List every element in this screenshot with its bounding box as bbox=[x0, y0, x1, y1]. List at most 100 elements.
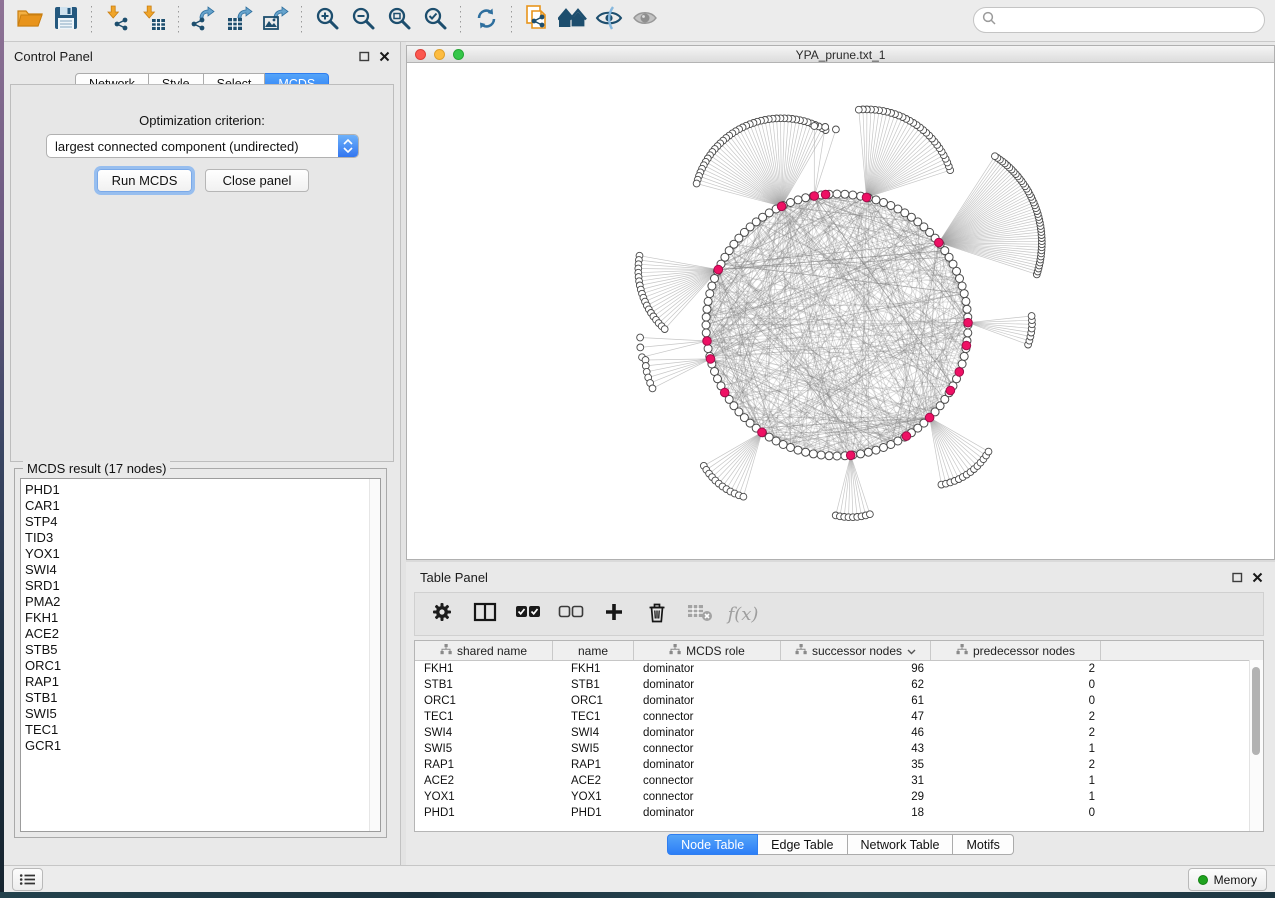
table-cell[interactable]: 35 bbox=[781, 759, 931, 771]
open-file-button[interactable] bbox=[12, 4, 48, 38]
table-cell[interactable]: 2 bbox=[931, 759, 1101, 771]
new-network-from-selection-button[interactable] bbox=[519, 4, 555, 38]
table-cell[interactable]: RAP1 bbox=[553, 759, 634, 771]
table-cell[interactable]: 2 bbox=[931, 727, 1101, 739]
table-cell[interactable]: dominator bbox=[634, 727, 781, 739]
table-cell[interactable]: 2 bbox=[931, 663, 1101, 675]
table-row[interactable]: YOX1YOX1connector291 bbox=[415, 789, 1263, 805]
table-cell[interactable]: dominator bbox=[634, 807, 781, 819]
table-row[interactable]: ORC1ORC1dominator610 bbox=[415, 693, 1263, 709]
close-panel-button[interactable]: Close panel bbox=[205, 169, 309, 192]
mcds-result-node[interactable]: STP4 bbox=[21, 514, 380, 530]
network-canvas[interactable] bbox=[407, 63, 1274, 559]
column-header-MCDS-role[interactable]: MCDS role bbox=[634, 641, 781, 660]
table-cell[interactable]: 46 bbox=[781, 727, 931, 739]
table-cell[interactable]: 96 bbox=[781, 663, 931, 675]
tab-edge-table[interactable]: Edge Table bbox=[758, 834, 847, 855]
table-cell[interactable]: connector bbox=[634, 743, 781, 755]
table-row[interactable]: SWI5SWI5connector431 bbox=[415, 741, 1263, 757]
close-panel-icon[interactable] bbox=[379, 49, 390, 67]
column-header-name[interactable]: name bbox=[553, 641, 634, 660]
tab-network-table[interactable]: Network Table bbox=[848, 834, 954, 855]
float-table-panel-icon[interactable] bbox=[1232, 570, 1243, 588]
table-cell[interactable]: YOX1 bbox=[553, 791, 634, 803]
table-cell[interactable]: TEC1 bbox=[553, 711, 634, 723]
table-scrollbar-thumb[interactable] bbox=[1252, 667, 1260, 755]
table-cell[interactable]: dominator bbox=[634, 695, 781, 707]
mcds-result-node[interactable]: SRD1 bbox=[21, 578, 380, 594]
table-cell[interactable]: PHD1 bbox=[553, 807, 634, 819]
table-cell[interactable]: TEC1 bbox=[415, 711, 553, 723]
zoom-fit-button[interactable] bbox=[381, 4, 417, 38]
mcds-result-node[interactable]: STB5 bbox=[21, 642, 380, 658]
table-cell[interactable]: 1 bbox=[931, 775, 1101, 787]
close-table-panel-icon[interactable] bbox=[1252, 570, 1263, 588]
first-neighbors-button[interactable] bbox=[555, 4, 591, 38]
table-cell[interactable]: ORC1 bbox=[415, 695, 553, 707]
node-table[interactable]: shared namename MCDS role successor node… bbox=[414, 640, 1264, 832]
table-cell[interactable]: FKH1 bbox=[415, 663, 553, 675]
result-list-scrollbar[interactable] bbox=[369, 479, 380, 831]
table-cell[interactable]: ORC1 bbox=[553, 695, 634, 707]
float-panel-icon[interactable] bbox=[359, 49, 370, 67]
table-cell[interactable]: 0 bbox=[931, 679, 1101, 691]
mcds-result-node[interactable]: ACE2 bbox=[21, 626, 380, 642]
table-scrollbar[interactable] bbox=[1249, 660, 1263, 831]
mcds-result-list[interactable]: PHD1CAR1STP4TID3YOX1SWI4SRD1PMA2FKH1ACE2… bbox=[20, 478, 381, 832]
table-cell[interactable]: 0 bbox=[931, 695, 1101, 707]
table-cell[interactable]: 2 bbox=[931, 711, 1101, 723]
mcds-result-node[interactable]: FKH1 bbox=[21, 610, 380, 626]
table-row[interactable]: TEC1TEC1connector472 bbox=[415, 709, 1263, 725]
mcds-result-node[interactable]: ORC1 bbox=[21, 658, 380, 674]
mcds-result-node[interactable]: CAR1 bbox=[21, 498, 380, 514]
memory-button[interactable]: Memory bbox=[1188, 868, 1267, 891]
tab-node-table[interactable]: Node Table bbox=[667, 834, 758, 855]
table-cell[interactable]: STB1 bbox=[415, 679, 553, 691]
criterion-dropdown[interactable]: largest connected component (undirected) bbox=[46, 134, 359, 158]
mcds-result-node[interactable]: PHD1 bbox=[21, 479, 380, 498]
table-cell[interactable]: 0 bbox=[931, 807, 1101, 819]
export-table-button[interactable] bbox=[222, 4, 258, 38]
table-cell[interactable]: connector bbox=[634, 791, 781, 803]
column-header-successor-nodes[interactable]: successor nodes bbox=[781, 641, 931, 660]
table-row[interactable]: STB1STB1dominator620 bbox=[415, 677, 1263, 693]
zoom-selected-button[interactable] bbox=[417, 4, 453, 38]
mcds-result-node[interactable]: YOX1 bbox=[21, 546, 380, 562]
table-cell[interactable]: FKH1 bbox=[553, 663, 634, 675]
mcds-result-node[interactable]: STB1 bbox=[21, 690, 380, 706]
table-settings-button[interactable] bbox=[429, 601, 455, 627]
table-cell[interactable]: 61 bbox=[781, 695, 931, 707]
table-cell[interactable]: 47 bbox=[781, 711, 931, 723]
table-cell[interactable]: 43 bbox=[781, 743, 931, 755]
table-cell[interactable]: SWI5 bbox=[553, 743, 634, 755]
export-network-button[interactable] bbox=[186, 4, 222, 38]
table-cell[interactable]: connector bbox=[634, 711, 781, 723]
table-cell[interactable]: 31 bbox=[781, 775, 931, 787]
table-cell[interactable]: dominator bbox=[634, 759, 781, 771]
table-cell[interactable]: SWI5 bbox=[415, 743, 553, 755]
table-cell[interactable]: ACE2 bbox=[553, 775, 634, 787]
column-header-shared-name[interactable]: shared name bbox=[415, 641, 553, 660]
export-image-button[interactable] bbox=[258, 4, 294, 38]
deselect-all-rows-button[interactable] bbox=[558, 601, 584, 627]
mcds-result-node[interactable]: PMA2 bbox=[21, 594, 380, 610]
mcds-result-node[interactable]: TEC1 bbox=[21, 722, 380, 738]
import-table-button[interactable] bbox=[135, 4, 171, 38]
table-cell[interactable]: SWI4 bbox=[553, 727, 634, 739]
refresh-button[interactable] bbox=[468, 4, 504, 38]
table-cell[interactable]: dominator bbox=[634, 679, 781, 691]
zoom-out-button[interactable] bbox=[345, 4, 381, 38]
import-network-button[interactable] bbox=[99, 4, 135, 38]
add-column-button[interactable] bbox=[601, 601, 627, 627]
mcds-result-node[interactable]: TID3 bbox=[21, 530, 380, 546]
tab-motifs[interactable]: Motifs bbox=[953, 834, 1013, 855]
search-box[interactable] bbox=[973, 7, 1265, 33]
table-cell[interactable]: SWI4 bbox=[415, 727, 553, 739]
mcds-result-node[interactable]: RAP1 bbox=[21, 674, 380, 690]
table-cell[interactable]: 18 bbox=[781, 807, 931, 819]
mcds-result-node[interactable]: GCR1 bbox=[21, 738, 380, 754]
task-history-button[interactable] bbox=[12, 868, 43, 891]
table-row[interactable]: SWI4SWI4dominator462 bbox=[415, 725, 1263, 741]
column-header-predecessor-nodes[interactable]: predecessor nodes bbox=[931, 641, 1101, 660]
mcds-result-node[interactable]: SWI4 bbox=[21, 562, 380, 578]
